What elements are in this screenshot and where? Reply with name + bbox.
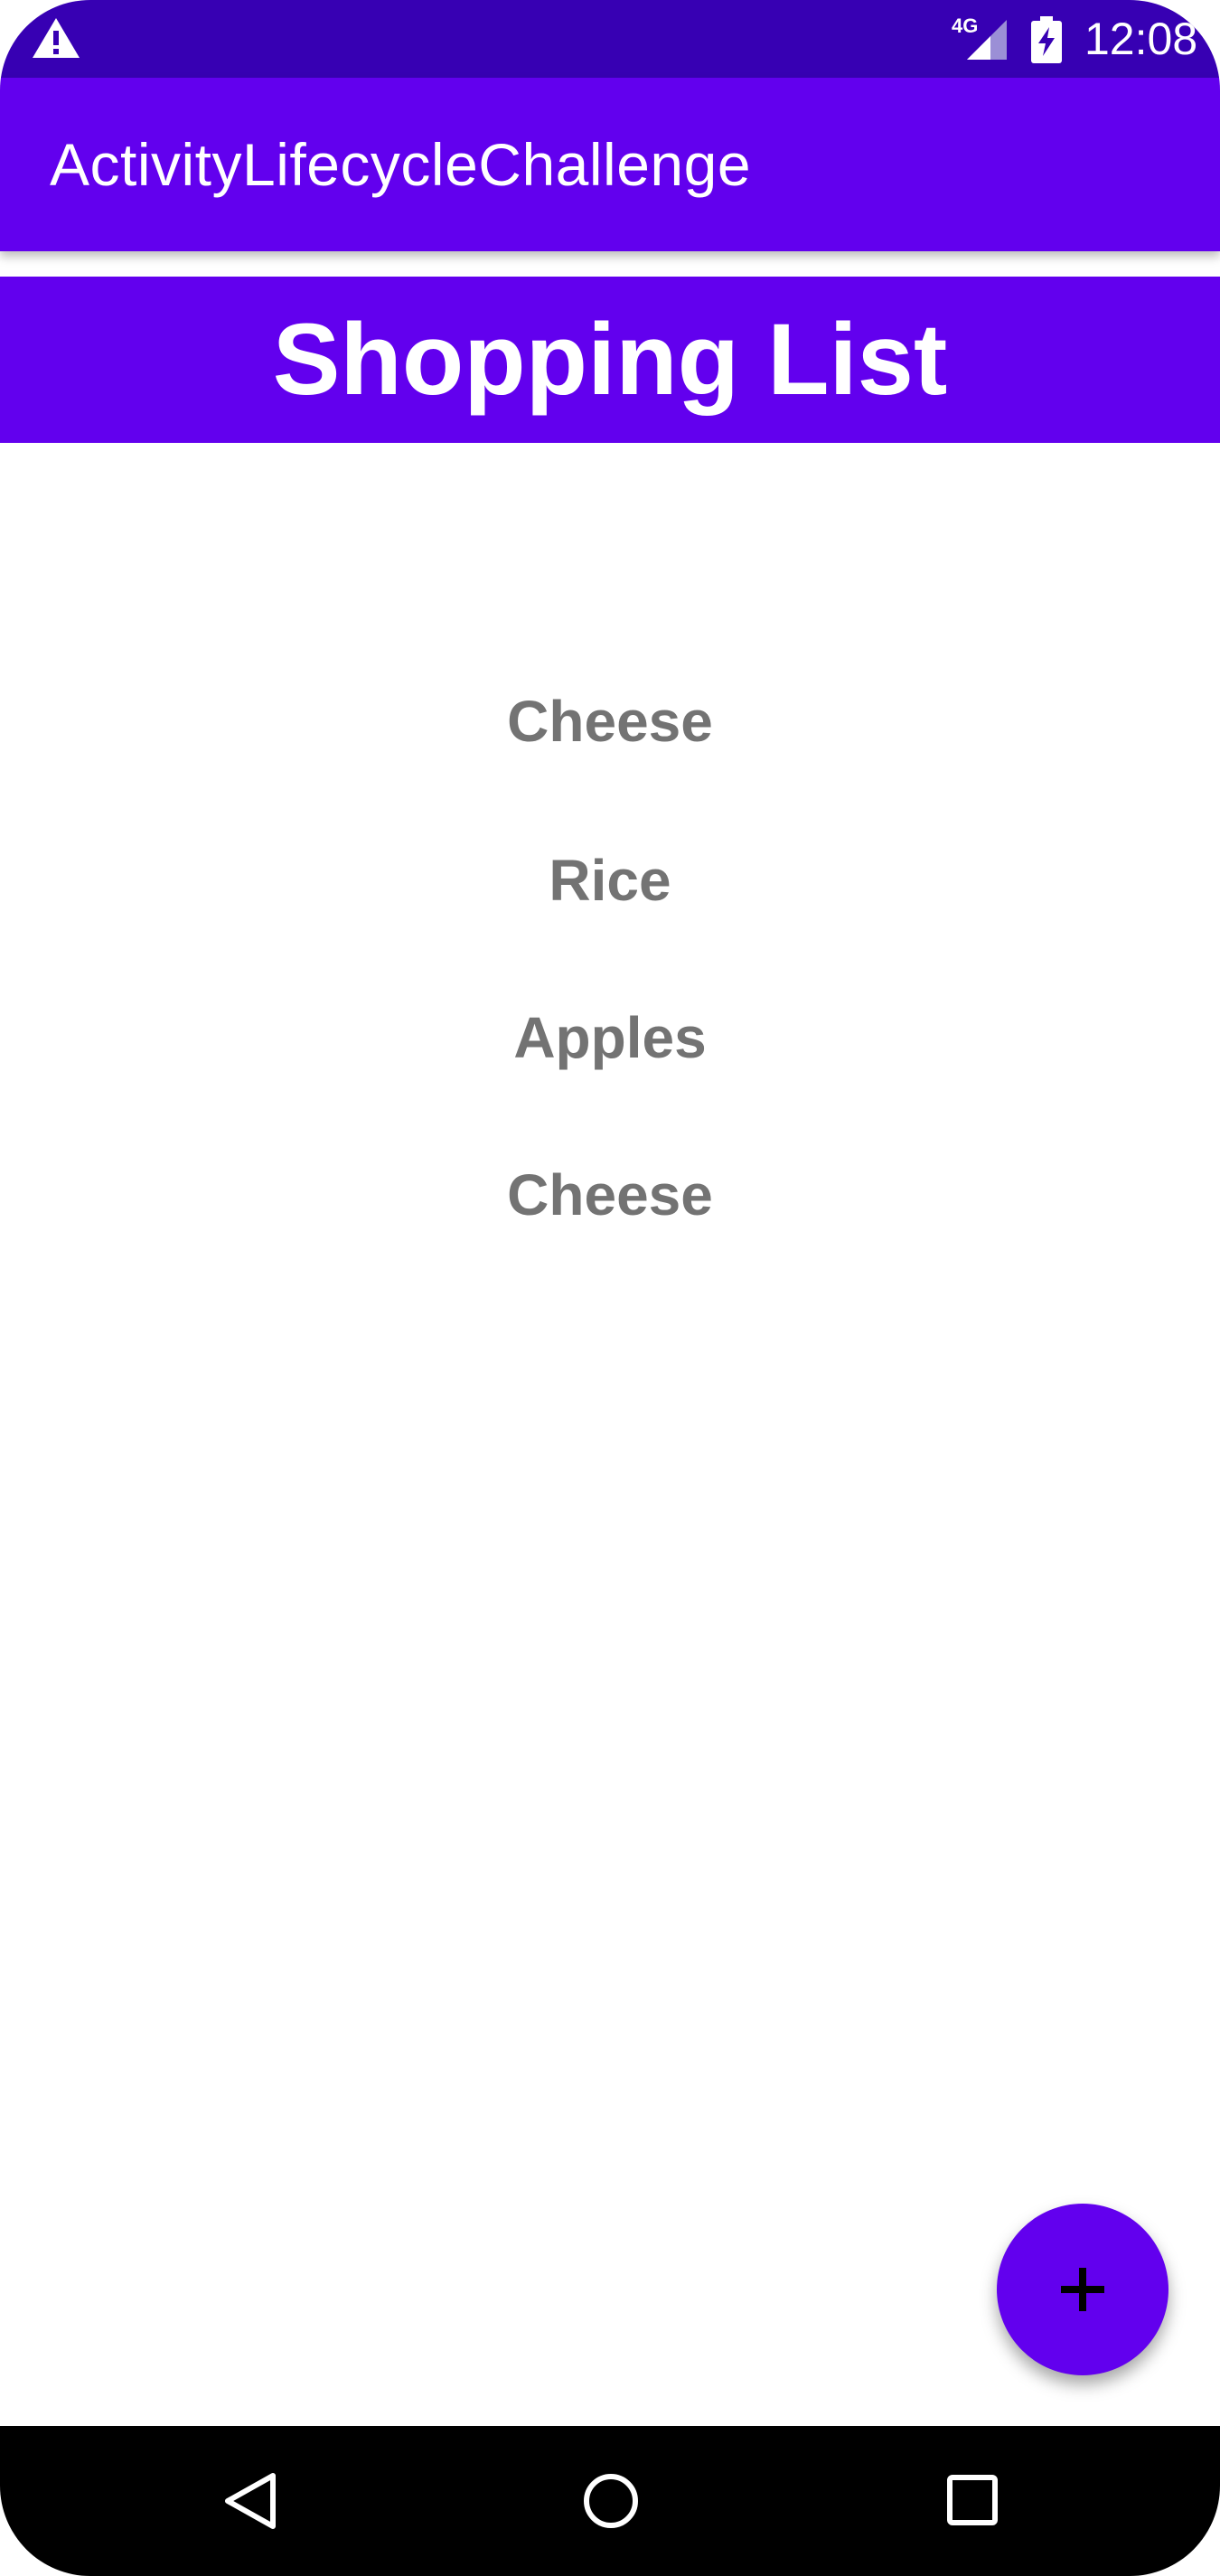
warning-icon [33, 18, 80, 58]
app-title: ActivityLifecycleChallenge [50, 131, 752, 198]
status-clock: 12:08 [1084, 14, 1198, 64]
status-bar: 4G 12:08 [0, 0, 1220, 78]
battery-charging-icon [1031, 16, 1062, 63]
phone-screen: 4G 12:08 ActivityLifecycleChallenge Shop… [0, 0, 1220, 2576]
app-bar: ActivityLifecycleChallenge [0, 78, 1220, 251]
navigation-bar [0, 2426, 1220, 2576]
signal-icon [967, 20, 1007, 60]
home-icon[interactable] [582, 2471, 640, 2531]
list-item: Cheese [507, 689, 713, 754]
shopping-list-title: Shopping List [272, 303, 948, 416]
plus-icon [1061, 2268, 1104, 2311]
shopping-list-header: Shopping List [0, 277, 1220, 443]
list-item: Cheese [507, 1162, 713, 1227]
list-item: Rice [549, 848, 671, 913]
back-icon[interactable] [221, 2471, 278, 2531]
list-item: Apples [513, 1005, 707, 1070]
add-item-button[interactable] [997, 2204, 1168, 2375]
recents-icon[interactable] [946, 2474, 999, 2526]
